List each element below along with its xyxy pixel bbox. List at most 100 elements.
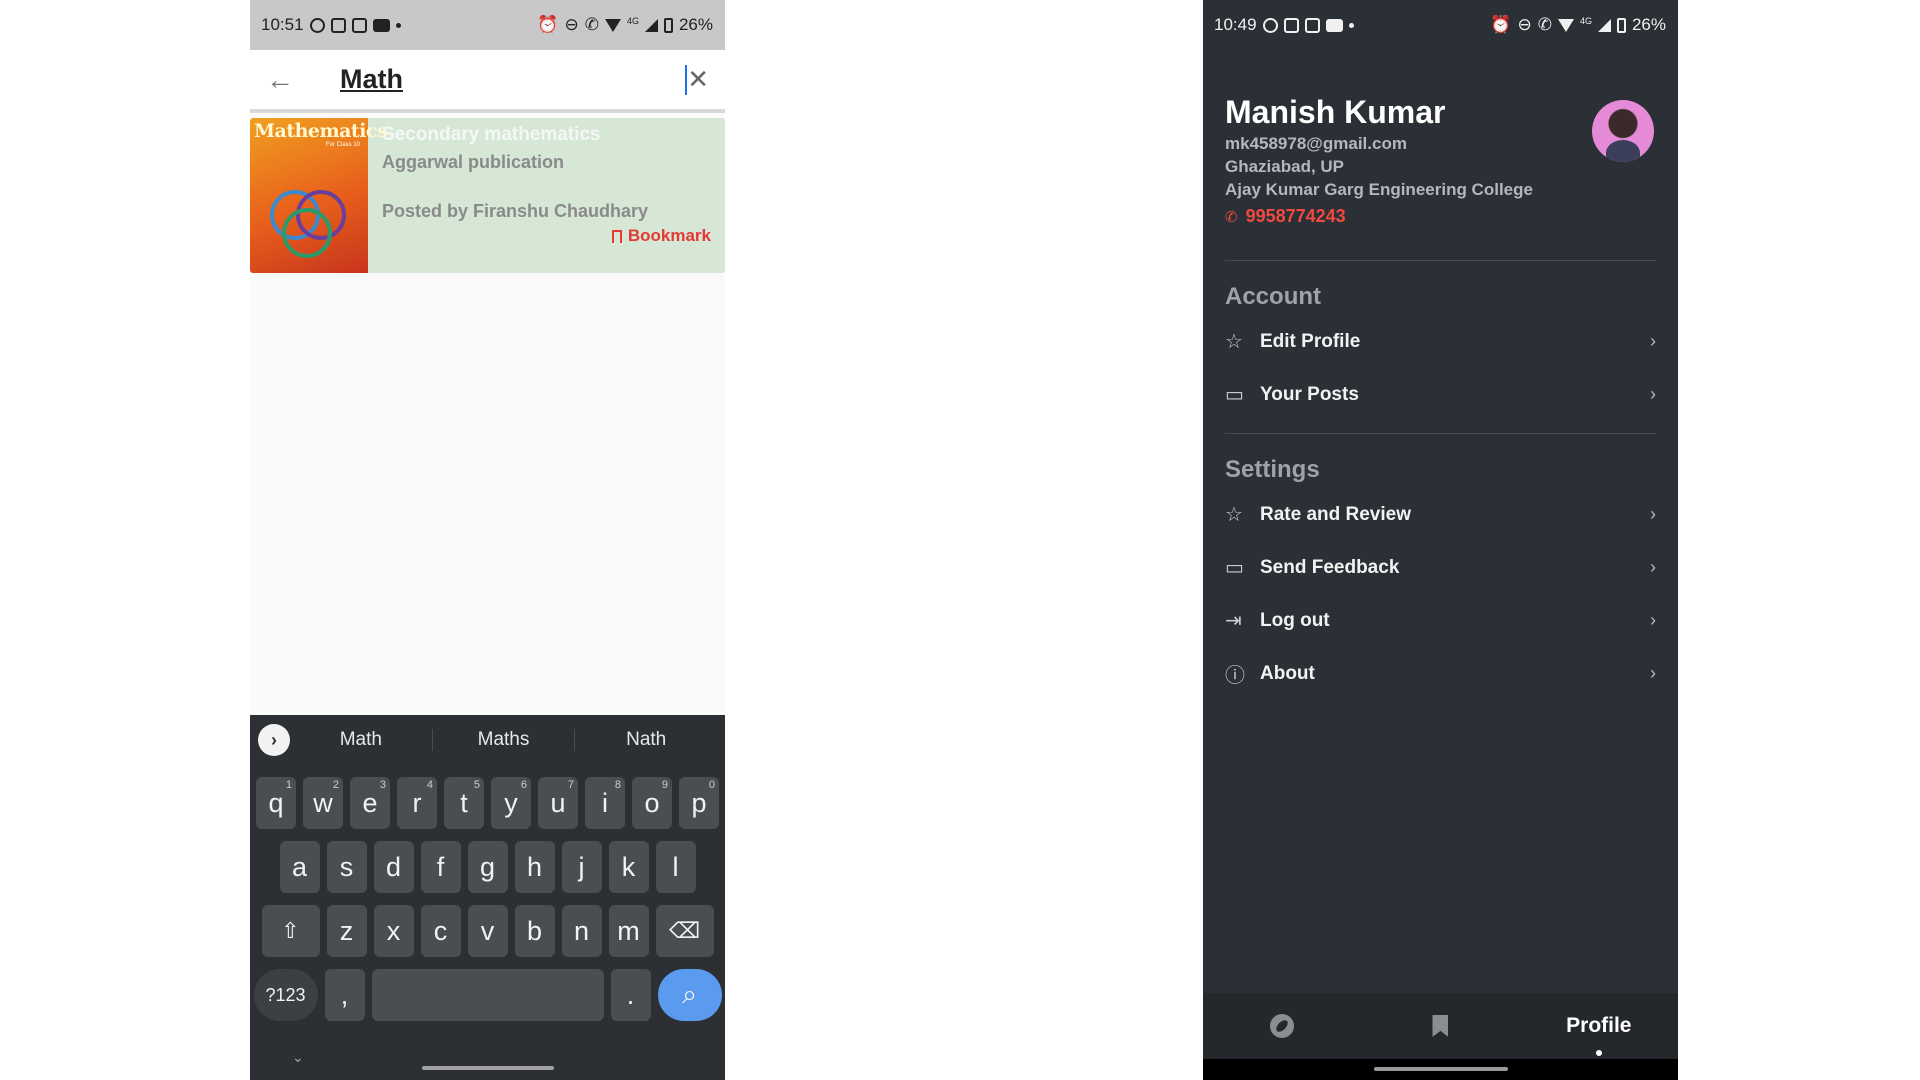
menu-item-edit-profile[interactable]: ☆ Edit Profile › xyxy=(1203,315,1678,368)
search-result-card[interactable]: Mathematics For Class 10 Secondary mathe… xyxy=(250,118,725,273)
shift-key[interactable]: ⇧ xyxy=(261,905,320,957)
menu-item-rate-review[interactable]: ☆ Rate and Review › xyxy=(1203,488,1678,541)
bookmark-add-icon xyxy=(1432,1015,1449,1037)
battery-icon xyxy=(663,17,673,33)
star-outline-icon: ☆ xyxy=(1225,504,1243,526)
notification-dot-icon xyxy=(1348,22,1354,28)
avatar[interactable] xyxy=(1592,100,1654,162)
youtube-icon xyxy=(1325,18,1343,32)
comma-emoji-key[interactable]: , xyxy=(324,969,365,1021)
whatsapp-icon xyxy=(309,17,325,33)
key-s[interactable]: s xyxy=(326,841,367,893)
alarm-icon: ⏰ xyxy=(1490,15,1512,34)
key-m[interactable]: m xyxy=(608,905,649,957)
instagram-icon xyxy=(1283,17,1299,33)
notification-dot-icon xyxy=(395,22,401,28)
key-h[interactable]: h xyxy=(514,841,555,893)
profile-phone[interactable]: ✆ 9958774243 xyxy=(1225,206,1656,227)
key-number-hint: 9 xyxy=(661,779,668,791)
search-input[interactable]: Math xyxy=(306,64,685,95)
tab-profile[interactable]: Profile xyxy=(1520,993,1678,1059)
chevron-right-icon: › xyxy=(1650,504,1656,524)
key-o[interactable]: o9 xyxy=(632,777,672,829)
phone-icon: ✆ xyxy=(1225,208,1238,226)
key-z[interactable]: z xyxy=(326,905,367,957)
section-title-account: Account xyxy=(1225,283,1321,310)
key-w[interactable]: w2 xyxy=(303,777,343,829)
menu-item-label: Edit Profile xyxy=(1260,330,1361,352)
key-x[interactable]: x xyxy=(373,905,414,957)
menu-item-label: Log out xyxy=(1260,609,1330,631)
status-bar: 10:51 ⏰ ⊖ ✆ 4G 26% xyxy=(250,0,725,50)
clear-search-icon[interactable]: ✕ xyxy=(687,64,709,95)
gesture-home-bar[interactable] xyxy=(422,1066,554,1070)
key-letter: p xyxy=(691,787,707,818)
period-key[interactable]: . xyxy=(610,969,651,1021)
book-cover-image: Mathematics For Class 10 xyxy=(250,118,388,273)
expand-toolbar-icon[interactable]: › xyxy=(258,724,290,756)
key-a[interactable]: a xyxy=(279,841,320,893)
key-letter: q xyxy=(268,787,284,818)
menu-item-label: Rate and Review xyxy=(1260,503,1411,525)
whatsapp-icon xyxy=(1262,17,1278,33)
menu-item-about[interactable]: ⓘ About › xyxy=(1203,647,1678,700)
suggestion-strip: › Math Maths Nath xyxy=(250,715,725,765)
info-icon: ⓘ xyxy=(1225,665,1245,687)
key-u[interactable]: u7 xyxy=(538,777,578,829)
search-key[interactable]: ⌕ xyxy=(657,969,722,1021)
alarm-icon: ⏰ xyxy=(537,15,559,34)
battery-icon xyxy=(1616,17,1626,33)
key-letter: w xyxy=(313,787,333,818)
key-c[interactable]: c xyxy=(420,905,461,957)
book-title: Secondary mathematics xyxy=(382,124,601,145)
key-k[interactable]: k xyxy=(608,841,649,893)
suggestion-item[interactable]: Maths xyxy=(433,729,576,751)
key-q[interactable]: q1 xyxy=(256,777,296,829)
key-l[interactable]: l xyxy=(655,841,696,893)
phone-number: 9958774243 xyxy=(1245,206,1346,226)
tab-label: Profile xyxy=(1566,1014,1632,1037)
key-letter: y xyxy=(504,787,518,818)
suggestion-item[interactable]: Nath xyxy=(575,729,717,751)
key-row-2: asdfghjkl xyxy=(250,841,725,893)
key-t[interactable]: t5 xyxy=(444,777,484,829)
key-p[interactable]: p0 xyxy=(679,777,719,829)
compass-icon xyxy=(1270,1014,1295,1038)
menu-item-your-posts[interactable]: ▭ Your Posts › xyxy=(1203,368,1678,421)
logout-icon: ⇥ xyxy=(1225,610,1242,632)
symbols-key[interactable]: ?123 xyxy=(253,969,318,1021)
tab-bookmarks[interactable] xyxy=(1361,993,1519,1059)
chevron-right-icon: › xyxy=(1650,610,1656,630)
key-number-hint: 0 xyxy=(708,779,715,791)
key-d[interactable]: d xyxy=(373,841,414,893)
battery-percent: 26% xyxy=(1631,15,1666,34)
key-v[interactable]: v xyxy=(467,905,508,957)
instagram-icon xyxy=(1304,17,1320,33)
backspace-key[interactable]: ⌫ xyxy=(655,905,714,957)
gesture-home-bar[interactable] xyxy=(1374,1067,1508,1071)
profile-email: mk458978@gmail.com xyxy=(1225,134,1407,153)
suggestion-item[interactable]: Math xyxy=(290,729,433,751)
hide-keyboard-icon[interactable]: ⌄ xyxy=(292,1049,304,1066)
menu-item-send-feedback[interactable]: ▭ Send Feedback › xyxy=(1203,541,1678,594)
space-key[interactable] xyxy=(371,969,604,1021)
key-b[interactable]: b xyxy=(514,905,555,957)
key-f[interactable]: f xyxy=(420,841,461,893)
key-n[interactable]: n xyxy=(561,905,602,957)
network-type: 4G xyxy=(626,16,639,26)
key-letter: i xyxy=(602,787,608,818)
key-y[interactable]: y6 xyxy=(491,777,531,829)
star-outline-icon: ☆ xyxy=(1225,331,1243,353)
key-i[interactable]: i8 xyxy=(585,777,625,829)
bookmark-button[interactable]: Bookmark xyxy=(611,226,711,246)
key-j[interactable]: j xyxy=(561,841,602,893)
tab-explore[interactable] xyxy=(1203,993,1361,1059)
profile-header: Manish Kumar mk458978@gmail.com Ghaziaba… xyxy=(1203,50,1678,260)
profile-college: Ajay Kumar Garg Engineering College xyxy=(1225,180,1533,199)
menu-item-log-out[interactable]: ⇥ Log out › xyxy=(1203,594,1678,647)
key-g[interactable]: g xyxy=(467,841,508,893)
back-arrow-icon[interactable]: ← xyxy=(266,64,306,96)
key-number-hint: 5 xyxy=(473,779,480,791)
key-e[interactable]: e3 xyxy=(350,777,390,829)
key-r[interactable]: r4 xyxy=(397,777,437,829)
